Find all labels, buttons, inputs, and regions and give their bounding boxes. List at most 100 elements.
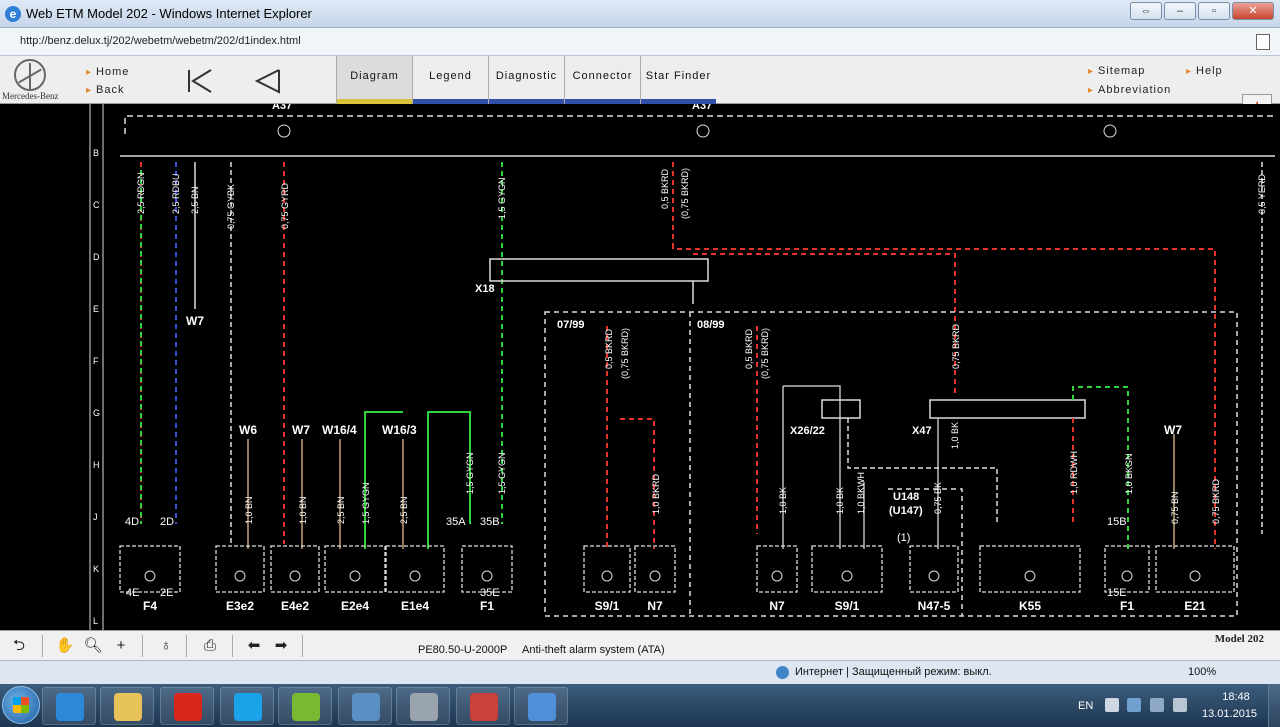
file-explorer-icon (114, 693, 142, 721)
back-link[interactable]: Back (86, 84, 125, 96)
flag-icon[interactable] (1173, 698, 1187, 712)
component-box[interactable] (324, 545, 386, 593)
crosshair-icon[interactable]: + (110, 635, 132, 657)
wire-label: 1,5 GYGN (361, 482, 371, 524)
show-desktop-button[interactable] (1268, 684, 1280, 727)
component-box[interactable] (215, 545, 265, 593)
home-link[interactable]: Home (86, 66, 129, 78)
ground-label: W16/3 (382, 423, 417, 437)
component-box[interactable] (909, 545, 959, 593)
row-letter: G (93, 408, 100, 418)
language-indicator[interactable]: EN (1078, 700, 1093, 712)
connector-x47 (929, 399, 1086, 419)
wire-gygn (427, 411, 471, 549)
row-letter: F (93, 356, 99, 366)
component-label: N7 (769, 599, 785, 613)
wire-label: 1,0 BKRD (651, 473, 661, 514)
row-letters: B C D E F G H J K L (93, 148, 100, 626)
wire-label: 0,75 BKRD (1211, 478, 1221, 524)
zoom-level[interactable]: 100% (1188, 666, 1216, 678)
component-box[interactable] (1155, 545, 1235, 593)
ground-symbol-icon (277, 124, 291, 138)
wire-label: 0,5 YERD (1257, 174, 1267, 214)
help-link[interactable]: Help (1186, 65, 1223, 77)
clock-time[interactable]: 18:48 (1216, 691, 1256, 703)
wire-label: 1,0 BKGN (1124, 453, 1134, 494)
component-box[interactable] (119, 545, 181, 593)
taskbar-tools[interactable] (396, 687, 450, 725)
close-button[interactable]: ✕ (1232, 2, 1274, 20)
start-button[interactable] (2, 686, 40, 724)
taskbar-car-diagnostic[interactable] (456, 687, 510, 725)
tab-diagram[interactable]: Diagram (336, 56, 412, 104)
wire-label: 0,5 BKRD (744, 328, 754, 369)
page-icon[interactable] (1256, 34, 1270, 50)
arrow-left-icon[interactable]: ⬅ (243, 635, 265, 657)
first-page-icon[interactable] (186, 68, 214, 94)
lamp-symbol-icon (841, 570, 853, 582)
ground-label: W7 (186, 314, 204, 328)
abbreviation-link[interactable]: Abbreviation (1088, 84, 1171, 96)
row-letter: E (93, 304, 99, 314)
lamp-symbol-icon (1121, 570, 1133, 582)
tab-star-finder[interactable]: Star Finder (640, 56, 716, 104)
component-box[interactable] (811, 545, 883, 593)
row-letter: B (93, 148, 99, 158)
print-icon[interactable]: ⎙ (199, 635, 221, 657)
volume-icon[interactable] (1150, 698, 1164, 712)
brand-name: Mercedes-Benz (2, 91, 59, 101)
component-box[interactable] (270, 545, 320, 593)
ground-label: W7 (292, 423, 310, 437)
taskbar-pen-app[interactable] (514, 687, 568, 725)
taskbar-photo-viewer[interactable] (338, 687, 392, 725)
fuse-label: 35E (480, 587, 500, 599)
previous-page-icon[interactable] (254, 68, 282, 94)
restore-tabs-button[interactable]: ⇔ (1130, 2, 1162, 20)
fuse-label: 35B (480, 516, 500, 528)
components: F4 E3e2 E4e2 E2e4 E1e4 F1 S9/1 N7 N7 S9/1 N47-5 K55… (119, 545, 1235, 613)
tab-legend[interactable]: Legend (412, 56, 488, 104)
taskbar-file-explorer[interactable] (100, 687, 154, 725)
component-box[interactable] (634, 545, 676, 593)
url-field[interactable]: http://benz.delux.tj/202/webetm/webetm/2… (20, 35, 301, 47)
wire-label: 1,0 BKWH (856, 472, 866, 514)
component-box[interactable] (1104, 545, 1150, 593)
maximize-button[interactable]: ▫ (1198, 2, 1230, 20)
component-box[interactable] (461, 545, 513, 593)
component-box[interactable] (385, 545, 445, 593)
taskbar-internet-explorer[interactable] (42, 687, 96, 725)
minimize-button[interactable]: – (1164, 2, 1196, 20)
arrow-right-icon[interactable]: ➡ (270, 635, 292, 657)
taskbar-utorrent[interactable] (278, 687, 332, 725)
car-diagnostic-icon (470, 693, 498, 721)
tab-connector[interactable]: Connector (564, 56, 640, 104)
clock-date[interactable]: 13.01.2015 (1202, 708, 1257, 720)
return-icon[interactable]: ⮌ (8, 635, 30, 657)
network-icon[interactable] (1127, 698, 1141, 712)
sitemap-link[interactable]: Sitemap (1088, 65, 1145, 77)
tab-diagnostic[interactable]: Diagnostic (488, 56, 564, 104)
zoom-icon[interactable]: 🔍︎ (82, 635, 104, 657)
lamp-symbol-icon (928, 570, 940, 582)
lamp-symbol-icon (409, 570, 421, 582)
lightbulb-icon[interactable]: ♁ (155, 635, 177, 657)
app-nav: Mercedes-Benz Home Back Diagram Legend D… (0, 56, 1280, 124)
lamp-symbol-icon (601, 570, 613, 582)
component-box[interactable] (583, 545, 631, 593)
component-label: E2e4 (341, 599, 369, 613)
taskbar-skype[interactable] (220, 687, 274, 725)
lamp-symbol-icon (234, 570, 246, 582)
component-label: F1 (1120, 599, 1134, 613)
tray-expand-icon[interactable] (1105, 698, 1119, 712)
taskbar-opera[interactable] (160, 687, 214, 725)
wire-label: 2,5 RDBU (171, 173, 181, 214)
fuse-label: 2E (160, 587, 173, 599)
pen-app-icon (528, 693, 556, 721)
pan-hand-icon[interactable]: ✋ (54, 635, 76, 657)
wire-bkrd (693, 253, 956, 394)
module-label: U148 (893, 491, 919, 503)
component-box[interactable] (979, 545, 1081, 593)
component-box[interactable] (756, 545, 798, 593)
wire-label: 1,5 GYGN (465, 452, 475, 494)
wiring-diagram[interactable]: BCDEFGHJKL A37 A37 X18 07/99 08/99 X26/2… (0, 104, 1280, 630)
